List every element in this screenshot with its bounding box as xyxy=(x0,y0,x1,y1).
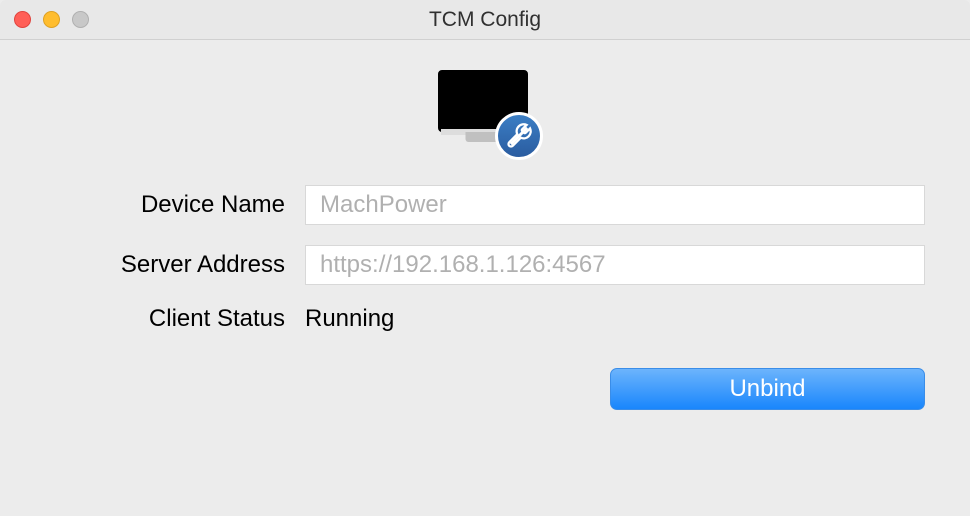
button-row: Unbind xyxy=(45,368,925,410)
traffic-lights xyxy=(0,11,89,28)
app-icon-container xyxy=(45,70,925,155)
client-status-label: Client Status xyxy=(45,305,305,333)
content-area: Device Name Server Address Client Status… xyxy=(0,40,970,440)
app-window: TCM Config Device Name Server Address xyxy=(0,0,970,516)
titlebar: TCM Config xyxy=(0,0,970,40)
server-address-input[interactable] xyxy=(305,245,925,285)
client-status-value: Running xyxy=(305,305,394,333)
window-title: TCM Config xyxy=(429,8,541,32)
unbind-button[interactable]: Unbind xyxy=(610,368,925,410)
computer-tools-icon xyxy=(438,70,533,155)
device-name-row: Device Name xyxy=(45,185,925,225)
minimize-window-button[interactable] xyxy=(43,11,60,28)
close-window-button[interactable] xyxy=(14,11,31,28)
server-address-row: Server Address xyxy=(45,245,925,285)
device-name-input[interactable] xyxy=(305,185,925,225)
server-address-label: Server Address xyxy=(45,251,305,279)
device-name-label: Device Name xyxy=(45,191,305,219)
tools-badge-icon xyxy=(495,112,543,160)
maximize-window-button xyxy=(72,11,89,28)
client-status-row: Client Status Running xyxy=(45,305,925,333)
